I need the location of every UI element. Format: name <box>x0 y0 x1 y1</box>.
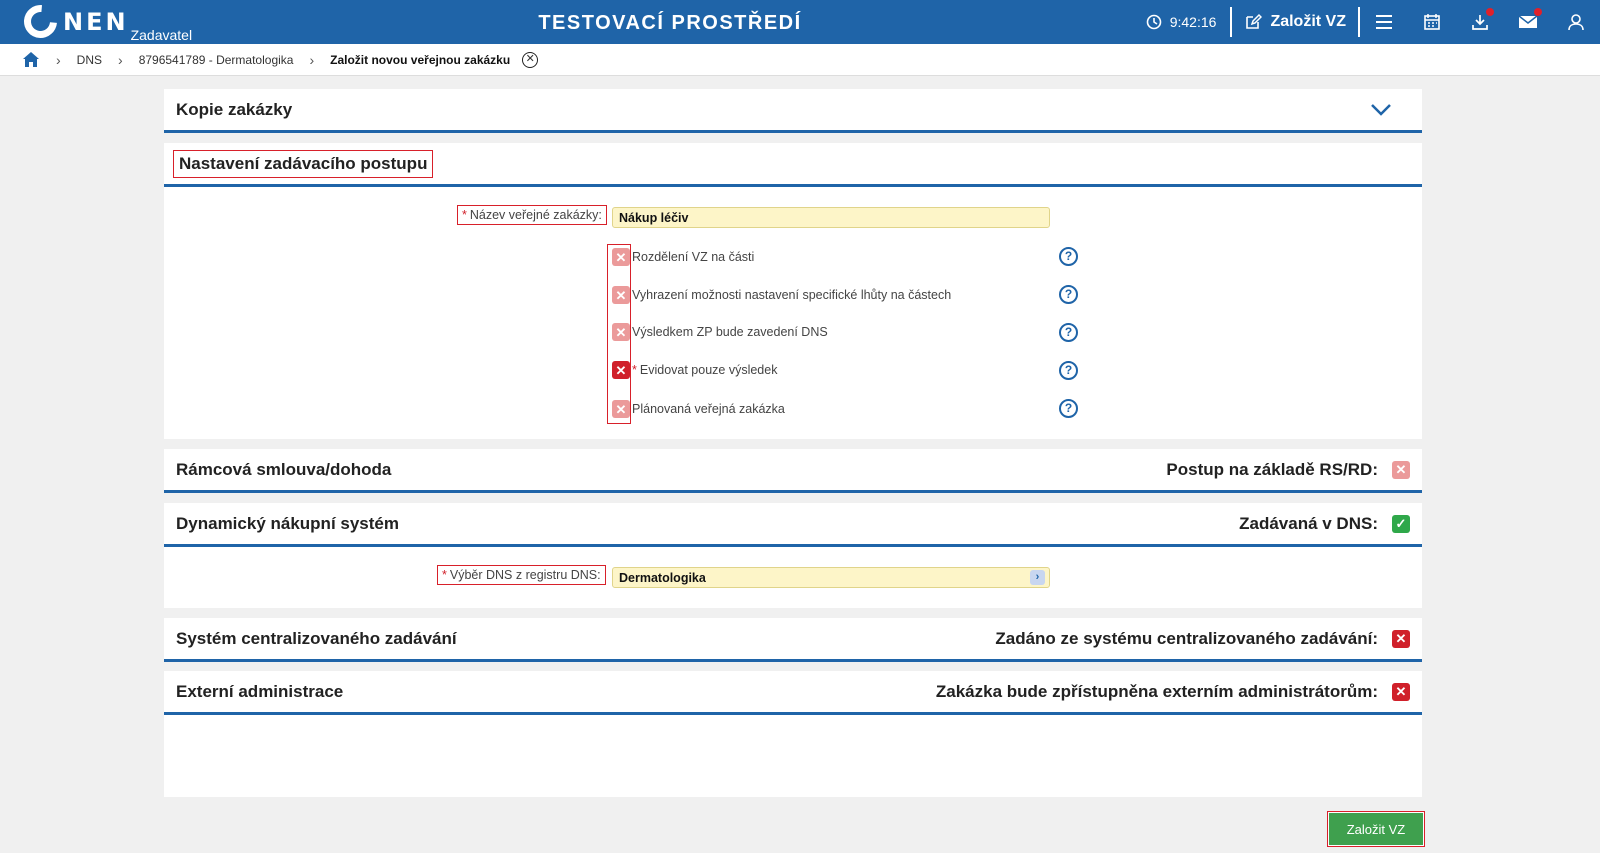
calendar-icon <box>1424 14 1440 30</box>
central-toggle-label: Zadáno ze systému centralizovaného zadáv… <box>995 628 1378 648</box>
external-toggle-label: Zakázka bude zpřístupněna externím admin… <box>935 681 1378 701</box>
name-label: * Název veřejné zakázky: <box>457 205 607 225</box>
help-icon[interactable]: ? <box>1059 323 1078 342</box>
user-button[interactable] <box>1552 0 1600 44</box>
option-label-text: Evidovat pouze výsledek <box>639 363 778 377</box>
option-label: Výsledkem ZP bude zavedení DNS <box>632 325 828 339</box>
help-icon[interactable]: ? <box>1059 285 1078 304</box>
mail-notification-dot <box>1534 8 1542 16</box>
option-label: * Evidovat pouze výsledek <box>632 363 777 377</box>
external-section-header: Externí administrace Zakázka bude zpříst… <box>164 671 1422 715</box>
framework-section-header: Rámcová smlouva/dohoda Postup na základě… <box>164 449 1422 493</box>
option-row-result-only[interactable]: ✕ * Evidovat pouze výsledek <box>612 361 777 379</box>
required-marker: * <box>442 568 447 582</box>
create-vz-top-button[interactable]: Založit VZ <box>1232 0 1358 44</box>
edit-icon <box>1246 13 1263 29</box>
dns-section: Dynamický nákupní systém Zadávaná v DNS:… <box>164 503 1422 608</box>
checkbox-required-icon[interactable]: ✕ <box>1392 629 1410 648</box>
chevron-down-icon[interactable] <box>1370 103 1392 117</box>
checkbox-off-icon[interactable]: ✕ <box>612 400 630 418</box>
help-icon[interactable]: ? <box>1059 399 1078 418</box>
mail-button[interactable] <box>1504 0 1552 44</box>
dns-select-label: * Výběr DNS z registru DNS: <box>437 565 606 585</box>
checkbox-off-icon[interactable]: ✕ <box>1392 460 1410 479</box>
home-icon[interactable] <box>22 51 40 68</box>
calendar-button[interactable] <box>1408 0 1456 44</box>
option-label: Vyhrazení možnosti nastavení specifické … <box>632 288 952 302</box>
download-button[interactable] <box>1456 0 1504 44</box>
dns-select-label-text: Výběr DNS z registru DNS: <box>449 568 601 582</box>
menu-button[interactable] <box>1360 0 1408 44</box>
checkbox-off-icon[interactable]: ✕ <box>612 323 630 341</box>
name-input[interactable]: Nákup léčiv <box>612 207 1050 228</box>
checkbox-required-icon[interactable]: ✕ <box>612 361 630 379</box>
option-label: Plánovaná veřejná zakázka <box>632 402 785 416</box>
option-row-parts[interactable]: ✕ Rozdělení VZ na části <box>612 248 754 266</box>
framework-toggle[interactable]: Postup na základě RS/RD: ✕ <box>1166 460 1410 480</box>
download-notification-dot <box>1486 8 1494 16</box>
setup-section-header: Nastavení zadávacího postupu <box>164 143 1422 187</box>
checkbox-off-icon[interactable]: ✕ <box>612 248 630 266</box>
breadcrumb: › DNS › 8796541789 - Dermatologika › Zal… <box>0 44 1600 76</box>
framework-section: Rámcová smlouva/dohoda Postup na základě… <box>164 449 1422 493</box>
copy-section-header[interactable]: Kopie zakázky <box>164 89 1422 133</box>
checkbox-off-icon[interactable]: ✕ <box>612 286 630 304</box>
breadcrumb-current: Založit novou veřejnou zakázku <box>330 52 511 67</box>
clock-icon <box>1146 14 1162 30</box>
create-vz-button[interactable]: Založit VZ <box>1327 811 1425 847</box>
dns-section-title: Dynamický nákupní systém <box>176 513 399 533</box>
dns-toggle[interactable]: Zadávaná v DNS: ✓ <box>1239 514 1410 534</box>
session-time: 9:42:16 <box>1169 14 1217 30</box>
required-marker: * <box>632 363 637 377</box>
central-section-header: Systém centralizovaného zadávání Zadáno … <box>164 618 1422 662</box>
external-section: Externí administrace Zakázka bude zpříst… <box>164 671 1422 797</box>
mail-icon <box>1518 15 1538 28</box>
central-section-title: Systém centralizovaného zadávání <box>176 628 457 648</box>
checkbox-checked-icon[interactable]: ✓ <box>1392 514 1410 533</box>
help-icon[interactable]: ? <box>1059 361 1078 380</box>
user-icon <box>1568 14 1584 31</box>
copy-section: Kopie zakázky <box>164 89 1422 133</box>
central-section: Systém centralizovaného zadávání Zadáno … <box>164 618 1422 662</box>
help-icon[interactable]: ? <box>1059 247 1078 266</box>
option-label: Rozdělení VZ na části <box>632 250 755 264</box>
chevron-right-icon: › <box>309 51 315 68</box>
environment-title: TESTOVACÍ PROSTŘEDÍ <box>538 12 802 34</box>
external-section-title: Externí administrace <box>176 681 344 701</box>
dns-select-value: Dermatologika <box>619 571 706 585</box>
breadcrumb-item-dns-detail[interactable]: 8796541789 - Dermatologika <box>139 53 294 67</box>
session-timer: 9:42:16 <box>1146 0 1217 44</box>
chevron-right-icon: › <box>118 51 123 68</box>
checkbox-required-icon[interactable]: ✕ <box>1392 682 1410 701</box>
download-icon <box>1472 15 1488 30</box>
copy-section-title: Kopie zakázky <box>176 99 293 119</box>
chevron-right-icon[interactable]: › <box>1030 570 1045 585</box>
option-row-dns-result[interactable]: ✕ Výsledkem ZP bude zavedení DNS <box>612 323 828 341</box>
menu-icon <box>1376 15 1392 29</box>
central-toggle[interactable]: Zadáno ze systému centralizovaného zadáv… <box>995 629 1410 649</box>
option-row-planned[interactable]: ✕ Plánovaná veřejná zakázka <box>612 400 785 418</box>
external-toggle[interactable]: Zakázka bude zpřístupněna externím admin… <box>936 682 1410 702</box>
create-vz-top-label: Založit VZ <box>1270 13 1346 30</box>
top-bar: NEN Zadavatel TESTOVACÍ PROSTŘEDÍ 9:42:1… <box>0 0 1600 45</box>
option-row-deadlines[interactable]: ✕ Vyhrazení možnosti nastavení specifick… <box>612 286 951 304</box>
dns-select-input[interactable]: Dermatologika › <box>612 567 1050 588</box>
dns-section-header: Dynamický nákupní systém Zadávaná v DNS:… <box>164 503 1422 547</box>
close-icon[interactable]: ✕ <box>522 51 539 68</box>
setup-section-title: Nastavení zadávacího postupu <box>172 149 434 178</box>
framework-toggle-label: Postup na základě RS/RD: <box>1166 459 1378 479</box>
framework-section-title: Rámcová smlouva/dohoda <box>176 459 392 479</box>
name-label-text: Název veřejné zakázky: <box>469 208 602 222</box>
required-marker: * <box>462 208 467 222</box>
breadcrumb-item-dns[interactable]: DNS <box>77 53 102 67</box>
dns-toggle-label: Zadávaná v DNS: <box>1239 513 1378 533</box>
chevron-right-icon: › <box>56 51 61 68</box>
